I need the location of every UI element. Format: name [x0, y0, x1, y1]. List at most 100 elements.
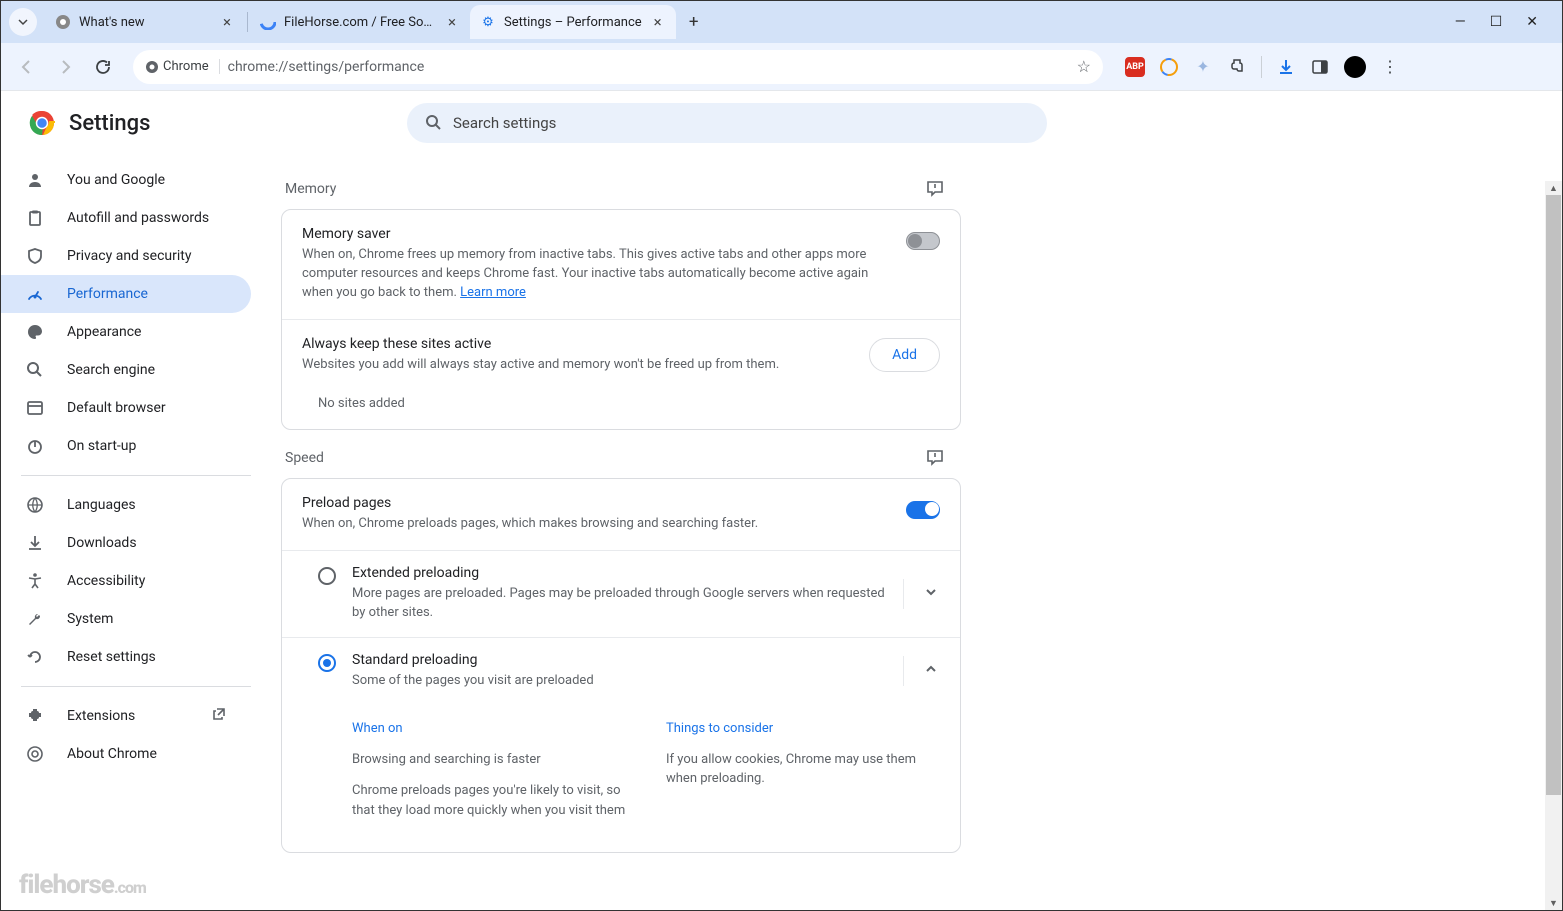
- sidebar-item-privacy[interactable]: Privacy and security: [1, 237, 251, 275]
- sidebar-item-about[interactable]: About Chrome: [1, 735, 251, 773]
- add-site-button[interactable]: Add: [869, 338, 940, 372]
- page-title: Settings: [69, 111, 150, 136]
- tab-settings[interactable]: ⚙ Settings – Performance ×: [470, 5, 676, 39]
- maximize-button[interactable]: ☐: [1490, 14, 1503, 30]
- sidebar-item-label: About Chrome: [67, 746, 157, 762]
- sidebar-item-downloads[interactable]: Downloads: [1, 524, 251, 562]
- tab-filehorse[interactable]: FileHorse.com / Free Software ×: [250, 5, 470, 39]
- sidebar-item-default-browser[interactable]: Default browser: [1, 389, 251, 427]
- sidebar-item-search-engine[interactable]: Search engine: [1, 351, 251, 389]
- reset-icon: [25, 647, 45, 667]
- preload-toggle[interactable]: [906, 501, 940, 519]
- clipboard-icon: [25, 208, 45, 228]
- side-panel-button[interactable]: [1310, 57, 1330, 77]
- tab-search-button[interactable]: [9, 8, 37, 36]
- memory-saver-desc: When on, Chrome frees up memory from ina…: [302, 246, 890, 303]
- power-icon: [25, 436, 45, 456]
- sidebar-item-performance[interactable]: Performance: [1, 275, 251, 313]
- scroll-thumb[interactable]: [1546, 195, 1561, 795]
- when-on-text: Chrome preloads pages you're likely to v…: [352, 781, 626, 820]
- sidebar-item-system[interactable]: System: [1, 600, 251, 638]
- sidebar-item-appearance[interactable]: Appearance: [1, 313, 251, 351]
- sidebar-item-reset[interactable]: Reset settings: [1, 638, 251, 676]
- chrome-menu-button[interactable]: ⋮: [1380, 57, 1400, 77]
- collapse-button[interactable]: [903, 656, 940, 686]
- standard-preloading-desc: Some of the pages you visit are preloade…: [352, 672, 887, 691]
- sidebar-item-languages[interactable]: Languages: [1, 486, 251, 524]
- bookmark-button[interactable]: ☆: [1077, 57, 1091, 76]
- sidebar-item-label: Extensions: [67, 708, 135, 724]
- vertical-scrollbar[interactable]: ▲ ▼: [1545, 181, 1562, 910]
- extensions-button[interactable]: [1227, 57, 1247, 77]
- toolbar-divider: [1261, 56, 1262, 78]
- sidebar-item-label: On start-up: [67, 438, 136, 454]
- sparkle-icon[interactable]: ✦: [1193, 57, 1213, 77]
- downloads-button[interactable]: [1276, 57, 1296, 77]
- toolbar: Chrome chrome://settings/performance ☆ A…: [1, 43, 1562, 91]
- sidebar-item-autofill[interactable]: Autofill and passwords: [1, 199, 251, 237]
- back-button[interactable]: [11, 51, 43, 83]
- sidebar: You and Google Autofill and passwords Pr…: [1, 91, 271, 910]
- tab-close-button[interactable]: ×: [219, 14, 235, 30]
- tab-title: Settings – Performance: [504, 15, 642, 30]
- when-on-text: Browsing and searching is faster: [352, 750, 626, 770]
- tab-whats-new[interactable]: What's new ×: [45, 5, 245, 39]
- browser-icon: [25, 398, 45, 418]
- sidebar-item-label: Default browser: [67, 400, 166, 416]
- preload-desc: When on, Chrome preloads pages, which ma…: [302, 515, 890, 534]
- accessibility-icon: [25, 571, 45, 591]
- wrench-icon: [25, 609, 45, 629]
- scroll-down-arrow[interactable]: ▼: [1545, 896, 1562, 910]
- tab-title: FileHorse.com / Free Software: [284, 15, 436, 30]
- scroll-up-arrow[interactable]: ▲: [1545, 181, 1562, 195]
- forward-button[interactable]: [49, 51, 81, 83]
- address-bar[interactable]: Chrome chrome://settings/performance ☆: [133, 50, 1103, 84]
- sidebar-item-extensions[interactable]: Extensions: [1, 697, 251, 735]
- close-window-button[interactable]: ✕: [1526, 14, 1538, 30]
- speed-icon: [25, 284, 45, 304]
- sidebar-item-label: You and Google: [67, 172, 165, 188]
- minimize-button[interactable]: —: [1455, 14, 1466, 30]
- preload-title: Preload pages: [302, 495, 890, 511]
- sidebar-item-you-and-google[interactable]: You and Google: [1, 161, 251, 199]
- extension-icons: ABP ✦ ⋮: [1117, 56, 1408, 78]
- extended-preloading-radio[interactable]: [318, 567, 336, 585]
- chrome-gray-icon: [55, 14, 71, 30]
- watermark: filehorse.com: [19, 870, 146, 900]
- profile-avatar[interactable]: [1344, 56, 1366, 78]
- sidebar-item-label: System: [67, 611, 113, 627]
- sidebar-divider: [21, 475, 251, 476]
- person-icon: [25, 170, 45, 190]
- section-title: Memory: [285, 181, 336, 197]
- chrome-outline-icon: [25, 744, 45, 764]
- globe-icon: [25, 495, 45, 515]
- extended-preloading-desc: More pages are preloaded. Pages may be p…: [352, 585, 887, 623]
- sidebar-item-label: Accessibility: [67, 573, 145, 589]
- when-on-heading: When on: [352, 721, 626, 736]
- tab-close-button[interactable]: ×: [650, 14, 666, 30]
- search-settings-input[interactable]: Search settings: [407, 103, 1047, 143]
- no-sites-text: No sites added: [282, 390, 960, 429]
- adblock-icon[interactable]: ABP: [1125, 57, 1145, 77]
- memory-saver-title: Memory saver: [302, 226, 890, 242]
- tab-close-button[interactable]: ×: [444, 14, 460, 30]
- standard-preloading-radio[interactable]: [318, 654, 336, 672]
- feedback-icon[interactable]: [925, 179, 945, 199]
- site-chip-label: Chrome: [163, 59, 209, 74]
- sidebar-item-startup[interactable]: On start-up: [1, 427, 251, 465]
- expand-button[interactable]: [903, 579, 940, 609]
- sidebar-divider: [21, 686, 251, 687]
- tab-title: What's new: [79, 15, 211, 30]
- always-active-title: Always keep these sites active: [302, 336, 853, 352]
- sidebar-item-label: Reset settings: [67, 649, 156, 665]
- url-text: chrome://settings/performance: [228, 59, 1069, 75]
- feedback-icon[interactable]: [925, 448, 945, 468]
- sidebar-item-label: Performance: [67, 286, 148, 302]
- sidebar-item-label: Search engine: [67, 362, 155, 378]
- new-tab-button[interactable]: +: [680, 8, 708, 36]
- learn-more-link[interactable]: Learn more: [460, 285, 526, 300]
- reload-button[interactable]: [87, 51, 119, 83]
- similarweb-icon[interactable]: [1159, 57, 1179, 77]
- memory-saver-toggle[interactable]: [906, 232, 940, 250]
- sidebar-item-accessibility[interactable]: Accessibility: [1, 562, 251, 600]
